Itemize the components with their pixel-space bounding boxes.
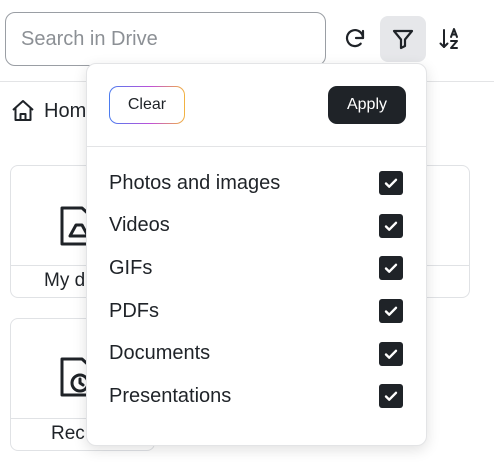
checkmark-icon [384,264,398,274]
breadcrumb-label: Hom [44,99,87,122]
option-label: Photos and images [109,171,281,194]
filter-button[interactable] [380,16,426,62]
sort-button[interactable] [428,16,474,62]
divider [87,146,426,147]
sort-az-icon [439,28,458,49]
checkbox[interactable] [379,171,403,196]
filter-option-gifs[interactable]: GIFs [109,247,403,290]
option-label: GIFs [109,256,153,279]
filter-option-pdfs[interactable]: PDFs [109,290,403,333]
filter-option-list: Photos and images Videos GIFs PDFs Docum… [109,162,403,418]
checkmark-icon [384,178,398,189]
refresh-button[interactable] [332,16,378,62]
checkmark-icon [384,349,398,359]
filter-option-presentations[interactable]: Presentations [109,375,403,418]
option-label: Documents [109,342,211,365]
option-label: PDFs [109,299,159,322]
option-label: Videos [109,214,170,237]
filter-option-videos[interactable]: Videos [109,205,403,248]
filter-option-photos[interactable]: Photos and images [109,162,403,205]
checkbox[interactable] [379,341,403,366]
filter-icon [392,29,414,50]
refresh-icon [345,29,365,48]
checkbox[interactable] [379,384,403,409]
home-icon [12,100,34,121]
apply-button[interactable]: Apply [328,86,406,124]
clear-button[interactable]: Clear [109,86,185,124]
folder-label: Rec [51,423,85,444]
option-label: Presentations [109,384,232,407]
search-input[interactable] [5,12,326,66]
checkbox[interactable] [379,299,403,324]
filter-option-documents[interactable]: Documents [109,332,403,375]
checkmark-icon [384,306,398,316]
filter-popover: Clear Apply Photos and images Videos GIF… [86,63,427,446]
checkmark-icon [384,221,398,231]
folder-label: My d [44,270,86,291]
checkbox[interactable] [379,256,403,281]
breadcrumb[interactable]: Hom [10,98,86,124]
checkmark-icon [384,391,398,402]
checkbox[interactable] [379,213,403,238]
